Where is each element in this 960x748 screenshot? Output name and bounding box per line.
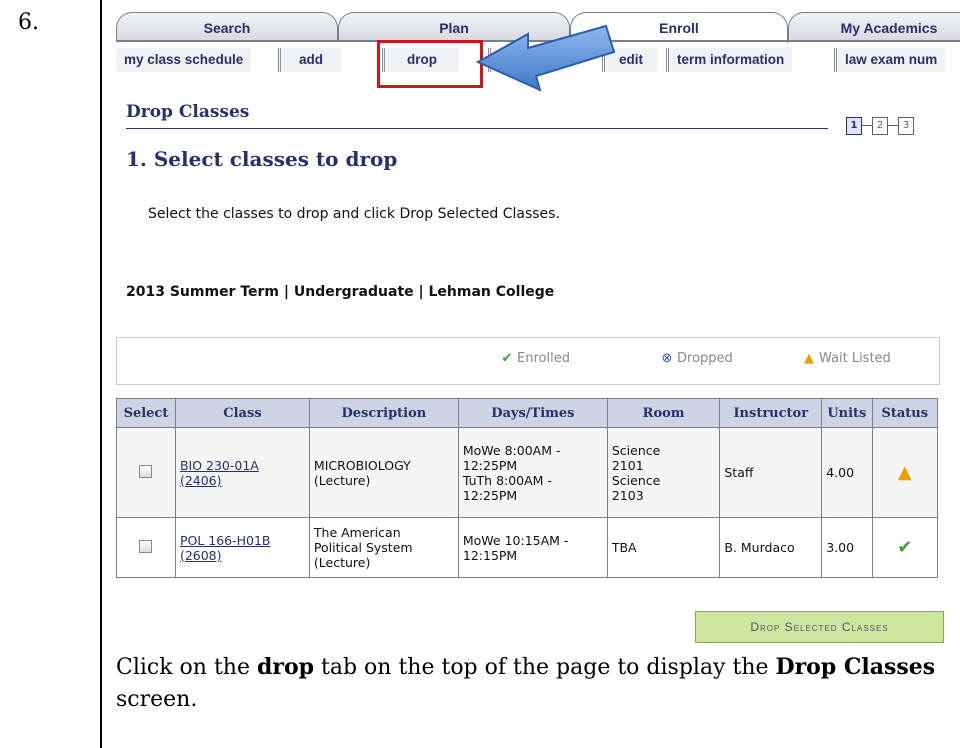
units-cell: 3.00 [821,517,873,578]
tab-search[interactable]: Search [116,12,338,41]
description-cell: The American Political System (Lecture) [308,517,459,578]
warning-triangle-icon: ▲ [804,351,814,366]
col-class: Class [174,398,310,428]
classes-table: Select Class Description Days/Times Room… [116,398,939,578]
step-connector [888,125,898,126]
days-times-cell: MoWe 8:00AM -12:25PM TuTh 8:00AM -12:25PM [457,427,608,518]
legend-dropped-label: Dropped [677,351,733,366]
subtab-my-class-schedule[interactable]: my class schedule [116,48,252,72]
col-description: Description [308,398,459,428]
dropped-x-icon: ⊗ [661,351,673,366]
legend-dropped: ⊗ Dropped [657,351,733,366]
class-link[interactable]: BIO 230-01A (2406) [180,458,259,488]
room-cell: TBA [606,517,721,578]
status-legend: ✔ Enrolled ⊗ Dropped ▲ Wait Listed [116,337,940,385]
instructor-cell: Staff [719,427,823,518]
class-cell: BIO 230-01A (2406) [174,427,310,518]
instructor-cell: B. Murdaco [719,517,823,578]
term-info: 2013 Summer Term | Undergraduate | Lehma… [126,284,555,300]
select-checkbox[interactable] [139,464,153,478]
description-cell: MICROBIOLOGY (Lecture) [308,427,459,518]
step-1: 1 [846,117,862,135]
days-times-cell: MoWe 10:15AM -12:15PM [457,517,608,578]
section-heading: 1. Select classes to drop [126,147,398,171]
title-rule [126,128,828,129]
step-2: 2 [872,117,888,135]
col-days-times: Days/Times [457,398,608,428]
screenshot: Search Plan Enroll My Academics my class… [108,0,960,636]
step-3: 3 [898,117,914,135]
legend-wait-listed-label: Wait Listed [819,351,891,366]
table-header-row: Select Class Description Days/Times Room… [116,398,939,428]
class-link[interactable]: POL 166-H01B (2608) [180,533,271,563]
table-row: POL 166-H01B (2608) The American Political… [116,517,939,578]
table-row: BIO 230-01A (2406) MICROBIOLOGY (Lecture) … [116,427,939,518]
select-checkbox[interactable] [139,539,153,553]
step-number: 6. [18,10,39,35]
checkmark-icon: ✔ [897,537,913,558]
checkmark-icon: ✔ [501,351,513,366]
margin-rule [100,0,102,748]
status-cell: ✔ [871,517,939,578]
class-cell: POL 166-H01B (2608) [174,517,310,578]
instruction-caption: Click on the drop tab on the top of the … [116,654,936,712]
page-title: Drop Classes [126,102,250,122]
col-status: Status [871,398,939,428]
drop-button-label: Drop Selected Classes [750,620,889,634]
status-cell: ▲ [871,427,939,518]
legend-enrolled-label: Enrolled [517,351,570,366]
legend-wait-listed: ▲ Wait Listed [799,351,891,366]
warning-triangle-icon: ▲ [897,462,912,483]
col-room: Room [606,398,721,428]
units-cell: 4.00 [821,427,873,518]
tab-my-academics[interactable]: My Academics [788,12,960,41]
pointer-arrow-icon [475,24,616,92]
select-cell [116,517,176,578]
select-cell [116,427,176,518]
col-units: Units [821,398,873,428]
col-instructor: Instructor [719,398,823,428]
instructions-text: Select the classes to drop and click Dro… [148,206,560,222]
legend-enrolled: ✔ Enrolled [497,351,570,366]
subtab-term-information[interactable]: term information [666,48,793,72]
subtab-law-exam-num[interactable]: law exam num [834,48,946,72]
room-cell: Science 2101 Science 2103 [606,427,721,518]
drop-selected-classes-button[interactable]: Drop Selected Classes [695,611,944,643]
step-connector [862,125,872,126]
subtab-add[interactable]: add [278,48,342,72]
col-select: Select [116,398,176,428]
